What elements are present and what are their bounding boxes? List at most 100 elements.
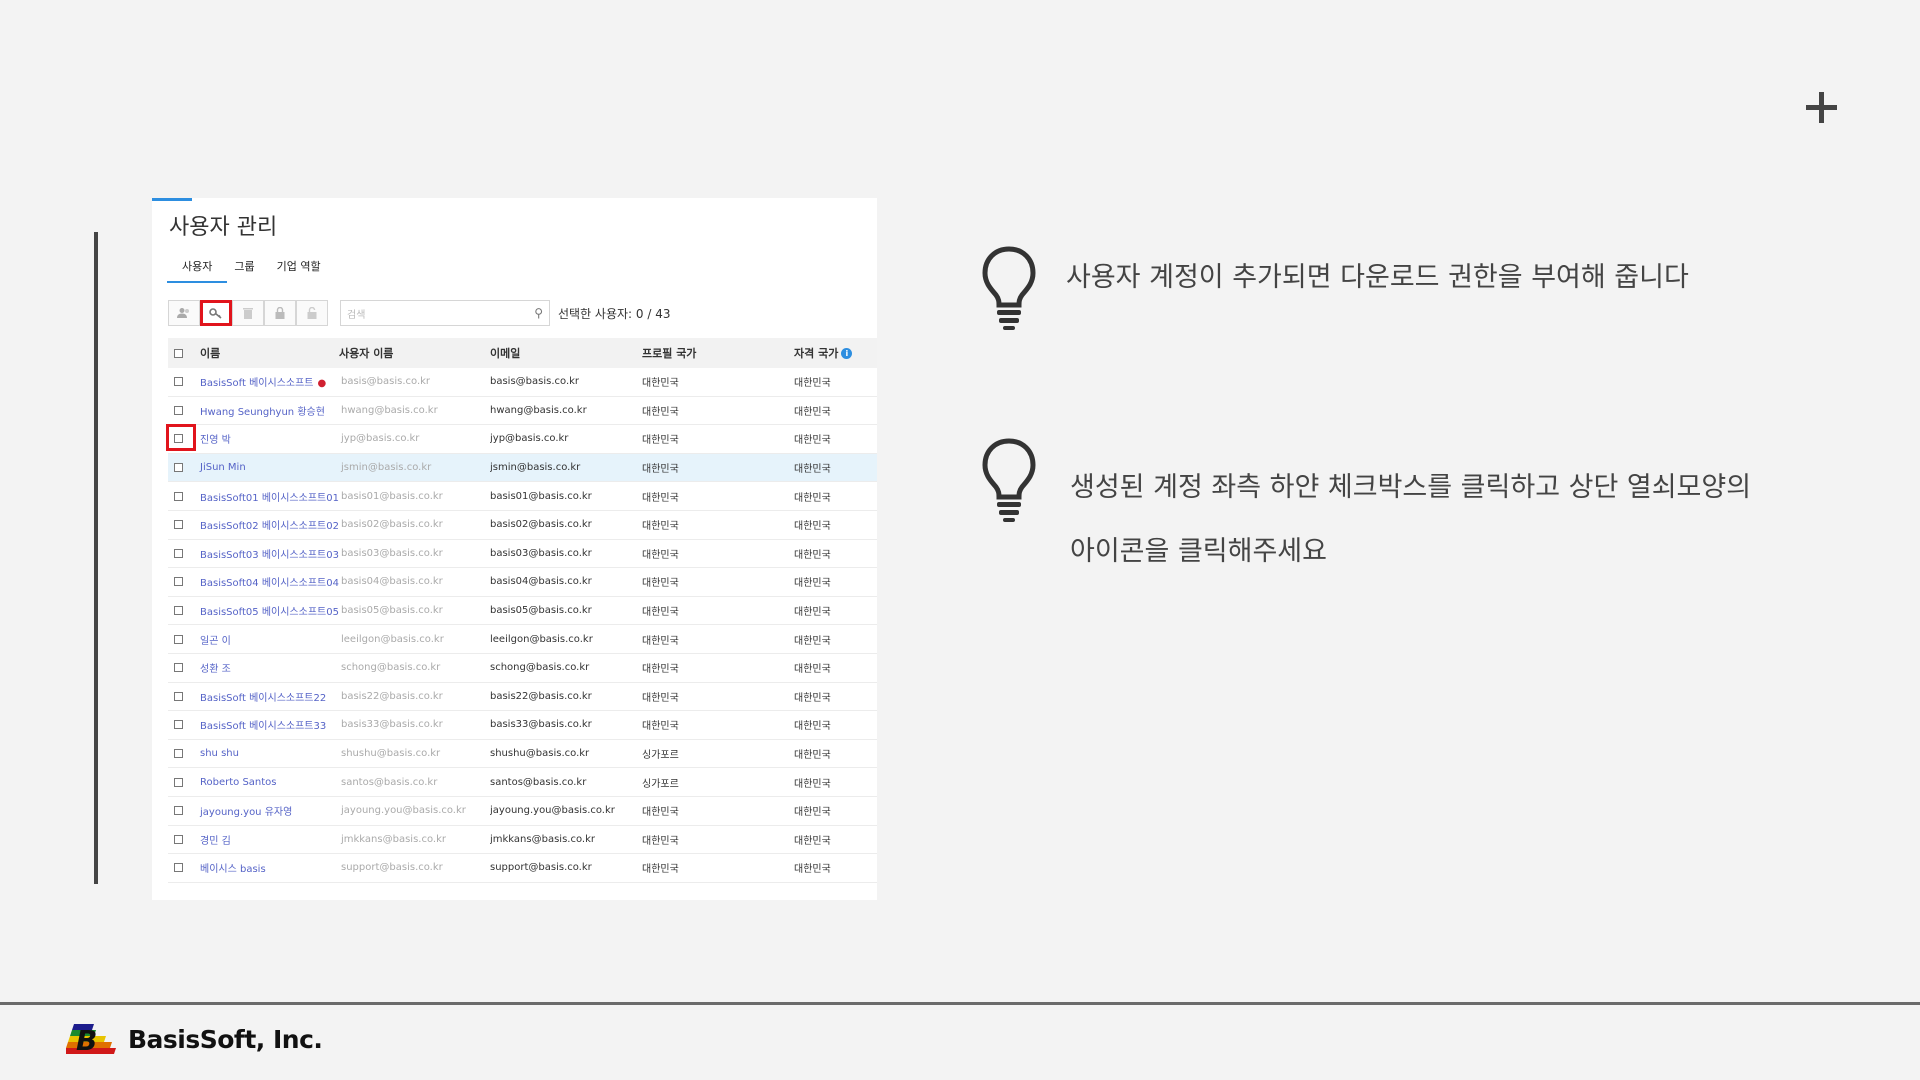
row-email: basis04@basis.co.kr — [490, 576, 592, 588]
row-profile-country: 싱가포르 — [642, 778, 679, 790]
lock-icon — [275, 307, 285, 319]
row-checkbox[interactable] — [173, 548, 183, 558]
unlock-button[interactable] — [296, 300, 328, 326]
row-checkbox[interactable] — [173, 663, 183, 673]
header-name[interactable]: 이름 — [188, 345, 339, 361]
row-email: basis01@basis.co.kr — [490, 490, 592, 502]
row-name[interactable]: BasisSoft05 베이시스소프트05 — [188, 603, 339, 618]
row-checkbox[interactable] — [173, 834, 183, 844]
header-email[interactable]: 이메일 — [490, 345, 642, 361]
row-name[interactable]: BasisSoft 베이시스소프트22 — [188, 689, 339, 704]
row-name[interactable]: BasisSoft04 베이시스소프트04 — [188, 574, 339, 589]
row-username: basis04@basis.co.kr — [341, 576, 443, 588]
row-name-text: 성환 조 — [200, 664, 231, 676]
assign-key-button[interactable] — [200, 300, 232, 326]
delete-button[interactable] — [232, 300, 264, 326]
row-name[interactable]: BasisSoft 베이시스소프트33 — [188, 717, 339, 732]
row-checkbox[interactable] — [173, 806, 183, 816]
table-row[interactable]: BasisSoft 베이시스소프트 ● basis@basis.co.kr basis… — [168, 368, 877, 397]
row-name[interactable]: Hwang Seunghyun 황승현 — [188, 403, 339, 418]
row-name[interactable]: 베이시스 basis — [188, 860, 339, 875]
row-cert-country: 대한민국 — [794, 864, 831, 876]
row-name[interactable]: 일곤 이 — [188, 632, 339, 647]
row-checkbox-cell — [168, 691, 188, 701]
row-profile-country: 대한민국 — [642, 435, 679, 447]
tab-enterprise-roles[interactable]: 기업 역할 — [277, 258, 321, 283]
search-input[interactable]: 검색 ⚲ — [340, 300, 550, 326]
row-cert-country: 대한민국 — [794, 464, 831, 476]
row-name[interactable]: Roberto Santos — [188, 777, 339, 788]
row-name[interactable]: jayoung.you 유자영 — [188, 803, 339, 818]
row-name[interactable]: JiSun Min — [188, 462, 339, 473]
row-checkbox[interactable] — [173, 634, 183, 644]
table-row[interactable]: Roberto Santos santos@basis.co.kr santos@b… — [168, 768, 877, 797]
header-profile-country[interactable]: 프로필 국가 — [642, 345, 794, 361]
row-profile-country: 대한민국 — [642, 864, 679, 876]
row-name-text: 베이시스 basis — [200, 864, 266, 876]
row-name-text: BasisSoft 베이시스소프트33 — [200, 721, 327, 733]
row-checkbox[interactable] — [173, 720, 183, 730]
table-row[interactable]: 일곤 이 leeilgon@basis.co.kr leeilgon@basis.c… — [168, 625, 877, 654]
row-email: basis02@basis.co.kr — [490, 519, 592, 531]
table-row[interactable]: BasisSoft 베이시스소프트22 basis22@basis.co.kr ba… — [168, 683, 877, 712]
row-name[interactable]: shu shu — [188, 748, 339, 759]
table-row[interactable]: BasisSoft05 베이시스소프트05 basis05@basis.co.kr… — [168, 597, 877, 626]
table-row[interactable]: JiSun Min jsmin@basis.co.kr jsmin@basis.co… — [168, 453, 877, 483]
info-icon[interactable]: i — [841, 347, 853, 359]
row-checkbox[interactable] — [173, 749, 183, 759]
row-name[interactable]: 성환 조 — [188, 660, 339, 675]
lock-button[interactable] — [264, 300, 296, 326]
table-row[interactable]: BasisSoft02 베이시스소프트02 basis02@basis.co.kr… — [168, 511, 877, 540]
table-header: 이름 사용자 이름 이메일 프로필 국가 자격 국가 i — [168, 338, 877, 368]
key-icon — [209, 308, 222, 319]
row-checkbox[interactable] — [173, 606, 183, 616]
row-checkbox[interactable] — [173, 777, 183, 787]
search-icon[interactable]: ⚲ — [534, 306, 543, 320]
header-username[interactable]: 사용자 이름 — [339, 345, 490, 361]
row-checkbox-cell — [168, 405, 188, 415]
row-checkbox-cell — [168, 749, 188, 759]
header-cert-country[interactable]: 자격 국가 i — [794, 345, 864, 361]
row-checkbox[interactable] — [173, 377, 183, 387]
row-checkbox[interactable] — [173, 863, 183, 873]
row-name[interactable]: BasisSoft02 베이시스소프트02 — [188, 517, 339, 532]
row-checkbox-cell — [168, 663, 188, 673]
table-row[interactable]: BasisSoft04 베이시스소프트04 basis04@basis.co.kr… — [168, 568, 877, 597]
table-row[interactable]: shu shu shushu@basis.co.kr shushu@basis.co… — [168, 740, 877, 769]
table-row[interactable]: 경민 김 jmkkans@basis.co.kr jmkkans@basis.co.… — [168, 826, 877, 855]
row-username: schong@basis.co.kr — [341, 662, 441, 674]
row-checkbox[interactable] — [173, 691, 183, 701]
add-user-button[interactable] — [168, 300, 200, 326]
row-profile-country: 대한민국 — [642, 807, 679, 819]
table-row[interactable]: jayoung.you 유자영 jayoung.you@basis.co.kr ja… — [168, 797, 877, 826]
select-all-checkbox[interactable] — [173, 348, 183, 358]
table-row[interactable]: Hwang Seunghyun 황승현 hwang@basis.co.kr hwan… — [168, 397, 877, 426]
row-checkbox[interactable] — [173, 405, 183, 415]
row-checkbox[interactable] — [173, 520, 183, 530]
row-checkbox[interactable] — [173, 577, 183, 587]
row-checkbox[interactable] — [173, 463, 183, 473]
tab-groups[interactable]: 그룹 — [234, 258, 254, 283]
row-profile-country: 대한민국 — [642, 492, 679, 504]
row-name[interactable]: BasisSoft 베이시스소프트 ● — [188, 374, 339, 389]
row-name[interactable]: 경민 김 — [188, 832, 339, 847]
row-checkbox-cell — [168, 548, 188, 558]
table-row[interactable]: 베이시스 basis support@basis.co.kr support@bas… — [168, 854, 877, 883]
row-name[interactable]: 진영 박 — [188, 431, 339, 446]
row-name[interactable]: BasisSoft01 베이시스소프트01 — [188, 489, 339, 504]
row-checkbox[interactable] — [173, 491, 183, 501]
table-row[interactable]: 성환 조 schong@basis.co.kr schong@basis.co.kr… — [168, 654, 877, 683]
table-row[interactable]: 진영 박 jyp@basis.co.kr jyp@basis.co.kr 대한민국 대한… — [166, 424, 877, 454]
table-row[interactable]: BasisSoft03 베이시스소프트03 basis03@basis.co.kr… — [168, 540, 877, 569]
row-cert-country: 대한민국 — [794, 807, 831, 819]
table-row[interactable]: BasisSoft 베이시스소프트33 basis33@basis.co.kr ba… — [168, 711, 877, 740]
tab-bar: 사용자 그룹 기업 역할 — [166, 258, 321, 283]
row-username: jmkkans@basis.co.kr — [341, 833, 446, 845]
row-username: jayoung.you@basis.co.kr — [341, 805, 466, 817]
row-profile-country: 대한민국 — [642, 721, 679, 733]
row-name[interactable]: BasisSoft03 베이시스소프트03 — [188, 546, 339, 561]
plus-icon[interactable] — [1806, 88, 1846, 128]
row-name-text: JiSun Min — [200, 462, 246, 474]
table-row[interactable]: BasisSoft01 베이시스소프트01 basis01@basis.co.kr… — [168, 482, 877, 511]
tab-users[interactable]: 사용자 — [166, 258, 228, 283]
